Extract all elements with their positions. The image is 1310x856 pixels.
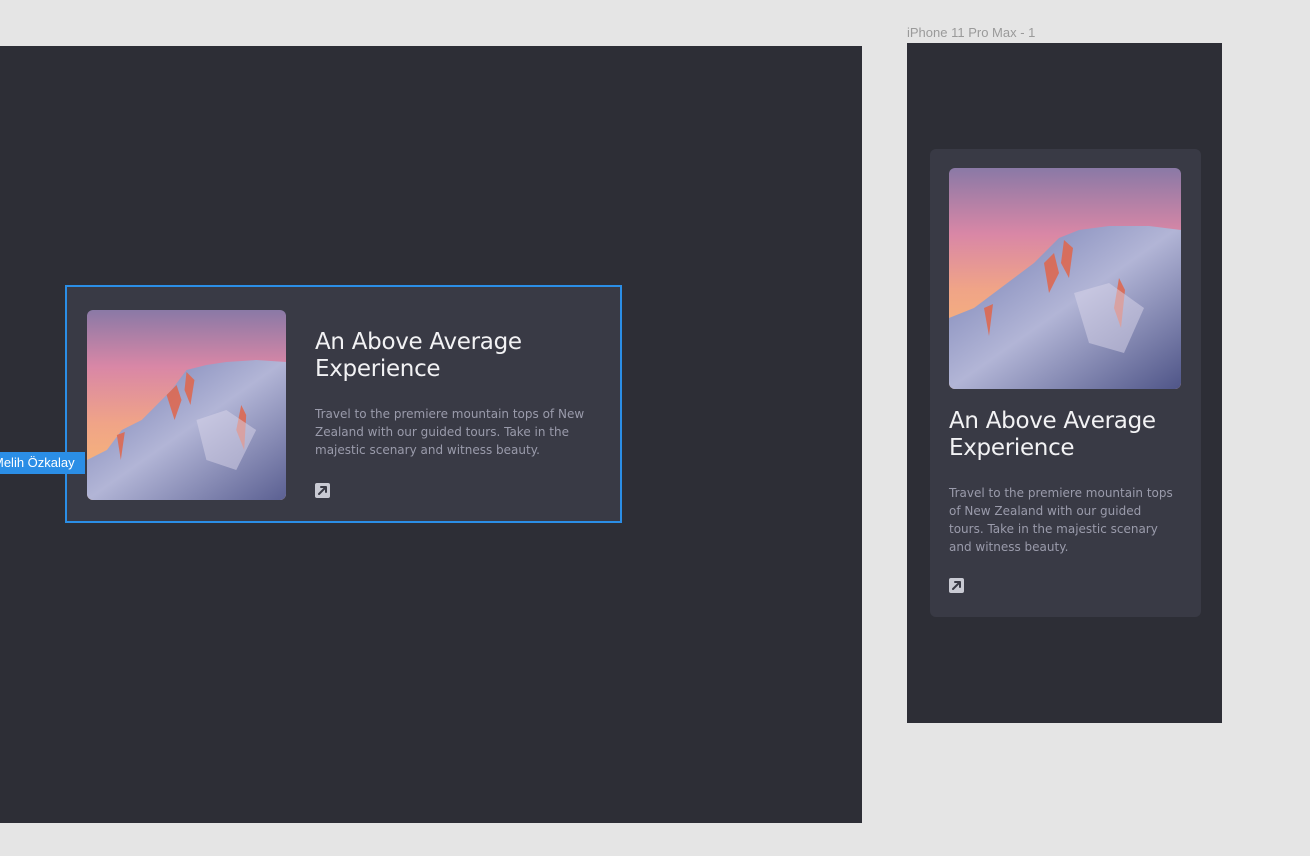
mobile-card-description: Travel to the premiere mountain tops of … [949, 486, 1173, 554]
mobile-card-image [949, 168, 1181, 389]
external-link-icon[interactable] [315, 483, 330, 498]
desktop-card-description: Travel to the premiere mountain tops of … [315, 407, 585, 457]
desktop-card-title: An Above Average Experience [315, 329, 522, 382]
mobile-card-title: An Above Average Experience [949, 408, 1156, 461]
collaborator-tag: Melih Özkalay [0, 452, 85, 474]
mobile-frame-label[interactable]: iPhone 11 Pro Max - 1 [907, 25, 1035, 40]
external-link-icon[interactable] [949, 578, 964, 593]
desktop-card-image [87, 310, 286, 500]
